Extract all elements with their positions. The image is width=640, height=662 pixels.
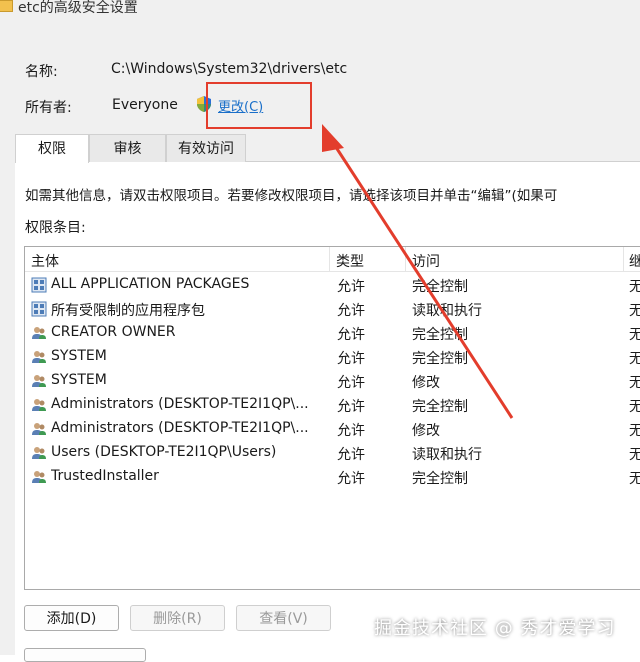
annotation-arrow <box>322 124 514 419</box>
watermark: 掘金技术社区 @ 秀才爱学习 <box>374 618 616 639</box>
